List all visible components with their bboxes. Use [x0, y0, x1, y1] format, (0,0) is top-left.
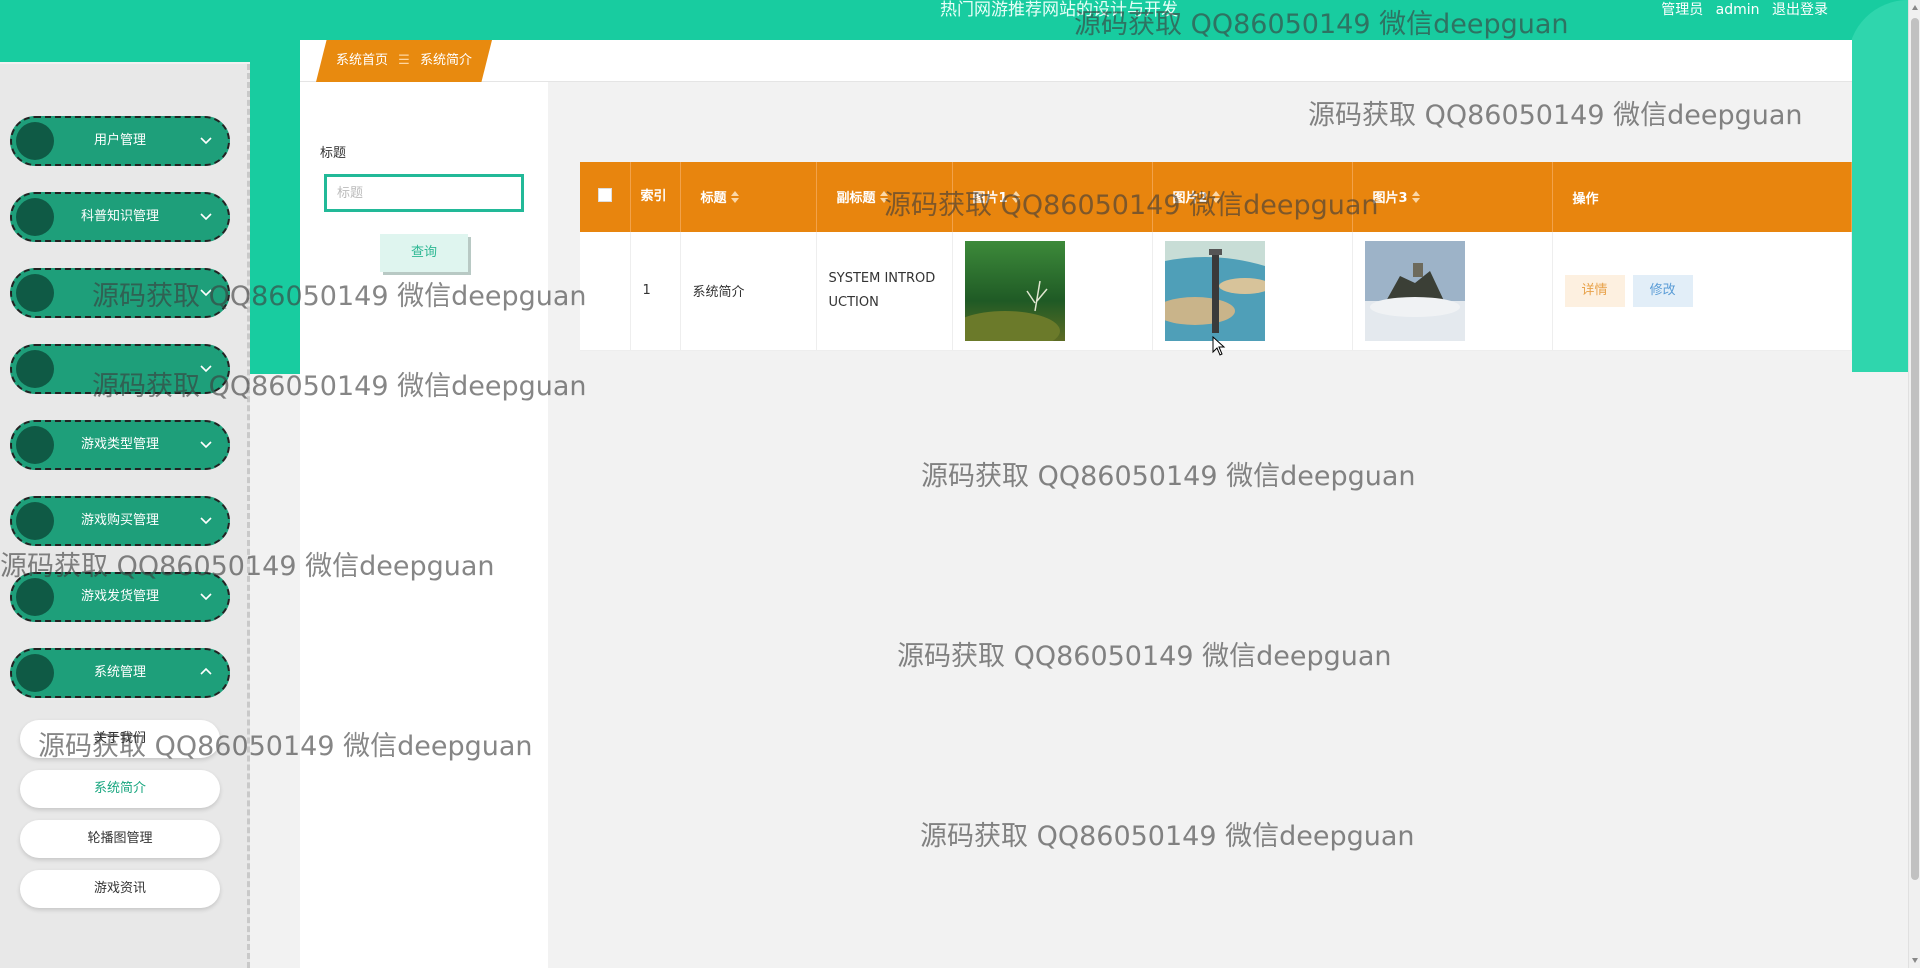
chevron-down-icon	[198, 132, 214, 148]
sidebar-item-obscured-1[interactable]	[10, 268, 230, 318]
sidebar-subitem-system-intro[interactable]: 系统简介	[20, 770, 220, 808]
cell-title: 系统简介	[680, 232, 817, 351]
sort-icon	[1011, 190, 1020, 207]
menu-dot-icon	[16, 350, 54, 388]
sidebar-item-science-management[interactable]: 科普知识管理	[10, 192, 230, 242]
breadcrumb-bar: 系统首页 ☰ 系统简介	[300, 40, 1852, 82]
sidebar-subitem-carousel-management[interactable]: 轮播图管理	[20, 820, 220, 858]
sidebar-item-label: 游戏购买管理	[80, 513, 159, 528]
search-panel: 标题 查询	[300, 82, 548, 968]
sidebar: 用户管理 科普知识管理 游戏类型管理 游戏购买管理 游戏发货管理 系统管理 关于…	[0, 64, 250, 968]
breadcrumb-home[interactable]: 系统首页	[336, 53, 388, 68]
cell-subtitle: SYSTEM INTRODUCTION	[816, 232, 953, 351]
chevron-down-icon	[198, 360, 214, 376]
cell-index: 1	[630, 232, 681, 351]
username: admin	[1715, 2, 1760, 18]
scrollbar-thumb[interactable]	[1911, 18, 1919, 880]
col-index[interactable]: 索引	[630, 162, 681, 232]
sidebar-item-label: 系统管理	[93, 665, 146, 680]
col-image2-label: 图片2	[1172, 191, 1208, 207]
row-checkbox-cell	[580, 232, 631, 351]
col-image3[interactable]: 图片3	[1352, 162, 1553, 232]
cell-image2	[1152, 232, 1353, 351]
col-image1-label: 图片1	[972, 191, 1008, 207]
col-title[interactable]: 标题	[680, 162, 817, 232]
chevron-up-icon	[198, 664, 214, 680]
chevron-down-icon	[198, 512, 214, 528]
decorative-block	[250, 40, 300, 374]
col-actions: 操作	[1552, 162, 1852, 232]
breadcrumb: 系统首页 ☰ 系统简介	[316, 40, 492, 82]
table-header-row: 索引 标题 副标题 图片1 图片2 图片3 操作	[580, 162, 1852, 232]
data-table: 索引 标题 副标题 图片1 图片2 图片3 操作 1 系统简介 SYSTEM I…	[580, 162, 1852, 351]
query-button[interactable]: 查询	[380, 234, 468, 272]
vertical-scrollbar[interactable]	[1908, 0, 1920, 968]
menu-dot-icon	[16, 274, 54, 312]
sort-icon	[1411, 190, 1420, 207]
sidebar-item-label: 用户管理	[93, 133, 146, 148]
col-image3-label: 图片3	[1372, 191, 1408, 207]
cell-actions: 详情 修改	[1552, 232, 1852, 351]
mouse-cursor-icon	[1212, 336, 1226, 356]
breadcrumb-current: 系统简介	[419, 53, 472, 68]
sidebar-item-system-management[interactable]: 系统管理	[10, 648, 230, 698]
decorative-stripe	[1848, 0, 1908, 372]
col-subtitle[interactable]: 副标题	[816, 162, 953, 232]
sidebar-item-game-shipping-management[interactable]: 游戏发货管理	[10, 572, 230, 622]
sidebar-item-label: 游戏发货管理	[80, 589, 159, 604]
chevron-down-icon	[198, 284, 214, 300]
sort-icon	[1211, 190, 1220, 207]
sort-icon	[879, 190, 888, 207]
menu-icon: ☰	[398, 53, 410, 68]
chevron-down-icon	[198, 208, 214, 224]
col-subtitle-label: 副标题	[836, 191, 876, 207]
image2-thumbnail[interactable]	[1164, 240, 1265, 341]
sidebar-item-game-purchase-management[interactable]: 游戏购买管理	[10, 496, 230, 546]
scroll-up-icon[interactable]	[1911, 4, 1919, 12]
user-role: 管理员	[1661, 2, 1704, 18]
sidebar-subitem-about-us[interactable]: 关于我们	[20, 720, 220, 758]
sidebar-item-label: 游戏类型管理	[80, 437, 159, 452]
sort-icon	[730, 190, 739, 207]
detail-button[interactable]: 详情	[1564, 274, 1625, 307]
site-title: 热门网游推荐网站的设计与开发	[940, 0, 1178, 20]
sidebar-item-label: 科普知识管理	[80, 209, 159, 224]
title-search-input[interactable]	[324, 174, 524, 212]
sidebar-item-game-type-management[interactable]: 游戏类型管理	[10, 420, 230, 470]
edit-button[interactable]: 修改	[1632, 274, 1693, 307]
table-row: 1 系统简介 SYSTEM INTRODUCTION 详情 修改	[580, 232, 1852, 351]
main-panel: 系统首页 ☰ 系统简介 标题 查询 索引 标题 副标题 图片1 图片2 图片3 …	[300, 40, 1852, 968]
cell-image3	[1352, 232, 1553, 351]
col-image2[interactable]: 图片2	[1152, 162, 1353, 232]
scroll-down-icon[interactable]	[1911, 956, 1919, 964]
cell-image1	[952, 232, 1153, 351]
sidebar-subitem-game-news[interactable]: 游戏资讯	[20, 870, 220, 908]
chevron-down-icon	[198, 588, 214, 604]
decorative-curve	[1848, 0, 1908, 372]
search-label: 标题	[320, 146, 347, 161]
select-all-header	[580, 162, 631, 232]
user-info: 管理员 admin 退出登录	[1653, 0, 1828, 20]
chevron-down-icon	[198, 436, 214, 452]
select-all-checkbox[interactable]	[598, 188, 612, 202]
image1-thumbnail[interactable]	[964, 240, 1065, 341]
image3-thumbnail[interactable]	[1364, 240, 1465, 341]
col-image1[interactable]: 图片1	[952, 162, 1153, 232]
logout-link[interactable]: 退出登录	[1772, 2, 1828, 18]
sidebar-item-obscured-2[interactable]	[10, 344, 230, 394]
col-title-label: 标题	[700, 191, 727, 207]
sidebar-item-user-management[interactable]: 用户管理	[10, 116, 230, 166]
